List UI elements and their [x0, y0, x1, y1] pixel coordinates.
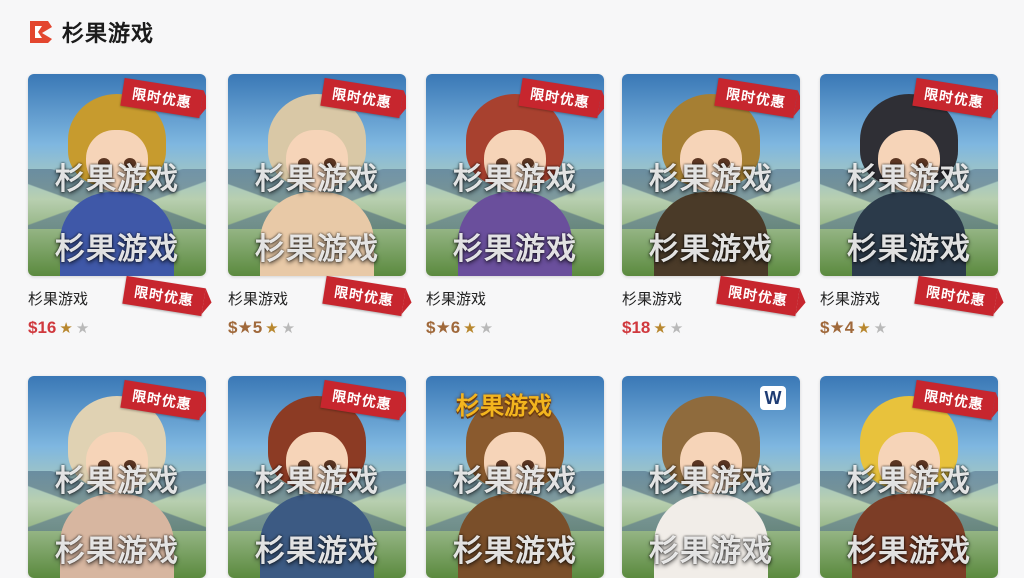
game-card[interactable]: 杉果游戏 杉果游戏 杉果游戏	[426, 376, 604, 578]
watermark-text: 杉果游戏	[55, 163, 179, 196]
star-empty-icon: ★	[479, 320, 494, 337]
price-label: $18	[622, 318, 651, 337]
watermark-text: 杉果游戏	[55, 535, 179, 568]
watermark-text: 杉果游戏	[55, 465, 179, 498]
app-header: 杉果游戏	[28, 14, 154, 50]
limited-offer-badge: 限时优惠	[322, 275, 406, 317]
game-card[interactable]: 限时优惠 杉果游戏 杉果游戏 杉果游戏 限时优惠 $★5 ★ ★	[228, 74, 406, 337]
star-filled-icon: ★	[265, 320, 279, 337]
price-rating-row: $★5 ★ ★	[228, 318, 295, 338]
game-card[interactable]: 限时优惠 杉果游戏 杉果游戏	[28, 376, 206, 578]
price-label: $★4	[820, 318, 855, 337]
game-card[interactable]: 限时优惠 杉果游戏 杉果游戏 杉果游戏 限时优惠 $★4 ★ ★	[820, 74, 998, 337]
game-card[interactable]: 限时优惠 杉果游戏 杉果游戏	[820, 376, 998, 578]
limited-offer-badge: 限时优惠	[122, 275, 206, 317]
star-filled-icon: ★	[653, 320, 667, 337]
watermark-text: 杉果游戏	[453, 535, 577, 568]
game-card[interactable]: 限时优惠 杉果游戏 杉果游戏 杉果游戏 限时优惠 $18 ★ ★	[622, 74, 800, 337]
star-filled-icon: ★	[857, 320, 871, 337]
watermark-text: 杉果游戏	[55, 233, 179, 266]
game-title[interactable]: 杉果游戏	[820, 288, 880, 309]
watermark-text: 杉果游戏	[847, 465, 971, 498]
app-title[interactable]: 杉果游戏	[62, 16, 154, 48]
watermark-text: 杉果游戏	[453, 465, 577, 498]
star-filled-icon: ★	[463, 320, 477, 337]
watermark-text: 杉果游戏	[255, 465, 379, 498]
star-empty-icon: ★	[669, 320, 684, 337]
price-rating-row: $★4 ★ ★	[820, 318, 887, 338]
game-card[interactable]: 限时优惠 杉果游戏 杉果游戏	[228, 376, 406, 578]
watermark-text: 杉果游戏	[453, 233, 577, 266]
price-rating-row: $★6 ★ ★	[426, 318, 493, 338]
watermark-text: 杉果游戏	[649, 233, 773, 266]
game-cover-image[interactable]: 限时优惠 杉果游戏 杉果游戏	[28, 376, 206, 578]
game-cover-image[interactable]: 限时优惠 杉果游戏 杉果游戏	[228, 74, 406, 276]
watermark-text: 杉果游戏	[255, 233, 379, 266]
star-filled-icon: ★	[59, 320, 73, 337]
game-cover-image[interactable]: 限时优惠 杉果游戏 杉果游戏	[622, 74, 800, 276]
watermark-text: 杉果游戏	[649, 465, 773, 498]
game-cover-image[interactable]: 限时优惠 杉果游戏 杉果游戏	[28, 74, 206, 276]
game-title[interactable]: 杉果游戏	[622, 288, 682, 309]
star-empty-icon: ★	[281, 320, 296, 337]
watermark-text: 杉果游戏	[847, 535, 971, 568]
price-label: $★6	[426, 318, 461, 337]
limited-offer-badge: 限时优惠	[914, 275, 998, 317]
price-label: $16	[28, 318, 57, 337]
game-cover-image[interactable]: 限时优惠 杉果游戏 杉果游戏	[228, 376, 406, 578]
game-card[interactable]: 限时优惠 杉果游戏 杉果游戏 杉果游戏 限时优惠 $16 ★ ★	[28, 74, 206, 337]
watermark-text: 杉果游戏	[255, 163, 379, 196]
game-card[interactable]: W 杉果游戏 杉果游戏	[622, 376, 800, 578]
game-cover-image[interactable]: 杉果游戏 杉果游戏 杉果游戏	[426, 376, 604, 578]
watermark-text: 杉果游戏	[255, 535, 379, 568]
watermark-text: 杉果游戏	[847, 233, 971, 266]
watermark-text: 杉果游戏	[453, 163, 577, 196]
game-title[interactable]: 杉果游戏	[426, 288, 486, 309]
star-empty-icon: ★	[75, 320, 90, 337]
game-cover-image[interactable]: 限时优惠 杉果游戏 杉果游戏	[426, 74, 604, 276]
watermark-text: 杉果游戏	[649, 163, 773, 196]
game-title[interactable]: 杉果游戏	[228, 288, 288, 309]
limited-offer-badge: 限时优惠	[716, 275, 800, 317]
price-rating-row: $18 ★ ★	[622, 318, 683, 338]
game-cover-image[interactable]: 限时优惠 杉果游戏 杉果游戏	[820, 376, 998, 578]
watermark-text: 杉果游戏	[649, 535, 773, 568]
app-logo-icon[interactable]	[28, 19, 54, 45]
publisher-logo-icon: W	[760, 386, 786, 410]
price-label: $★5	[228, 318, 263, 337]
game-cover-image[interactable]: 限时优惠 杉果游戏 杉果游戏	[820, 74, 998, 276]
game-logo: 杉果游戏	[456, 393, 552, 420]
star-empty-icon: ★	[873, 320, 888, 337]
game-card[interactable]: 限时优惠 杉果游戏 杉果游戏 杉果游戏 $★6 ★ ★	[426, 74, 604, 337]
game-cover-image[interactable]: W 杉果游戏 杉果游戏	[622, 376, 800, 578]
price-rating-row: $16 ★ ★	[28, 318, 89, 338]
watermark-text: 杉果游戏	[847, 163, 971, 196]
game-title[interactable]: 杉果游戏	[28, 288, 88, 309]
